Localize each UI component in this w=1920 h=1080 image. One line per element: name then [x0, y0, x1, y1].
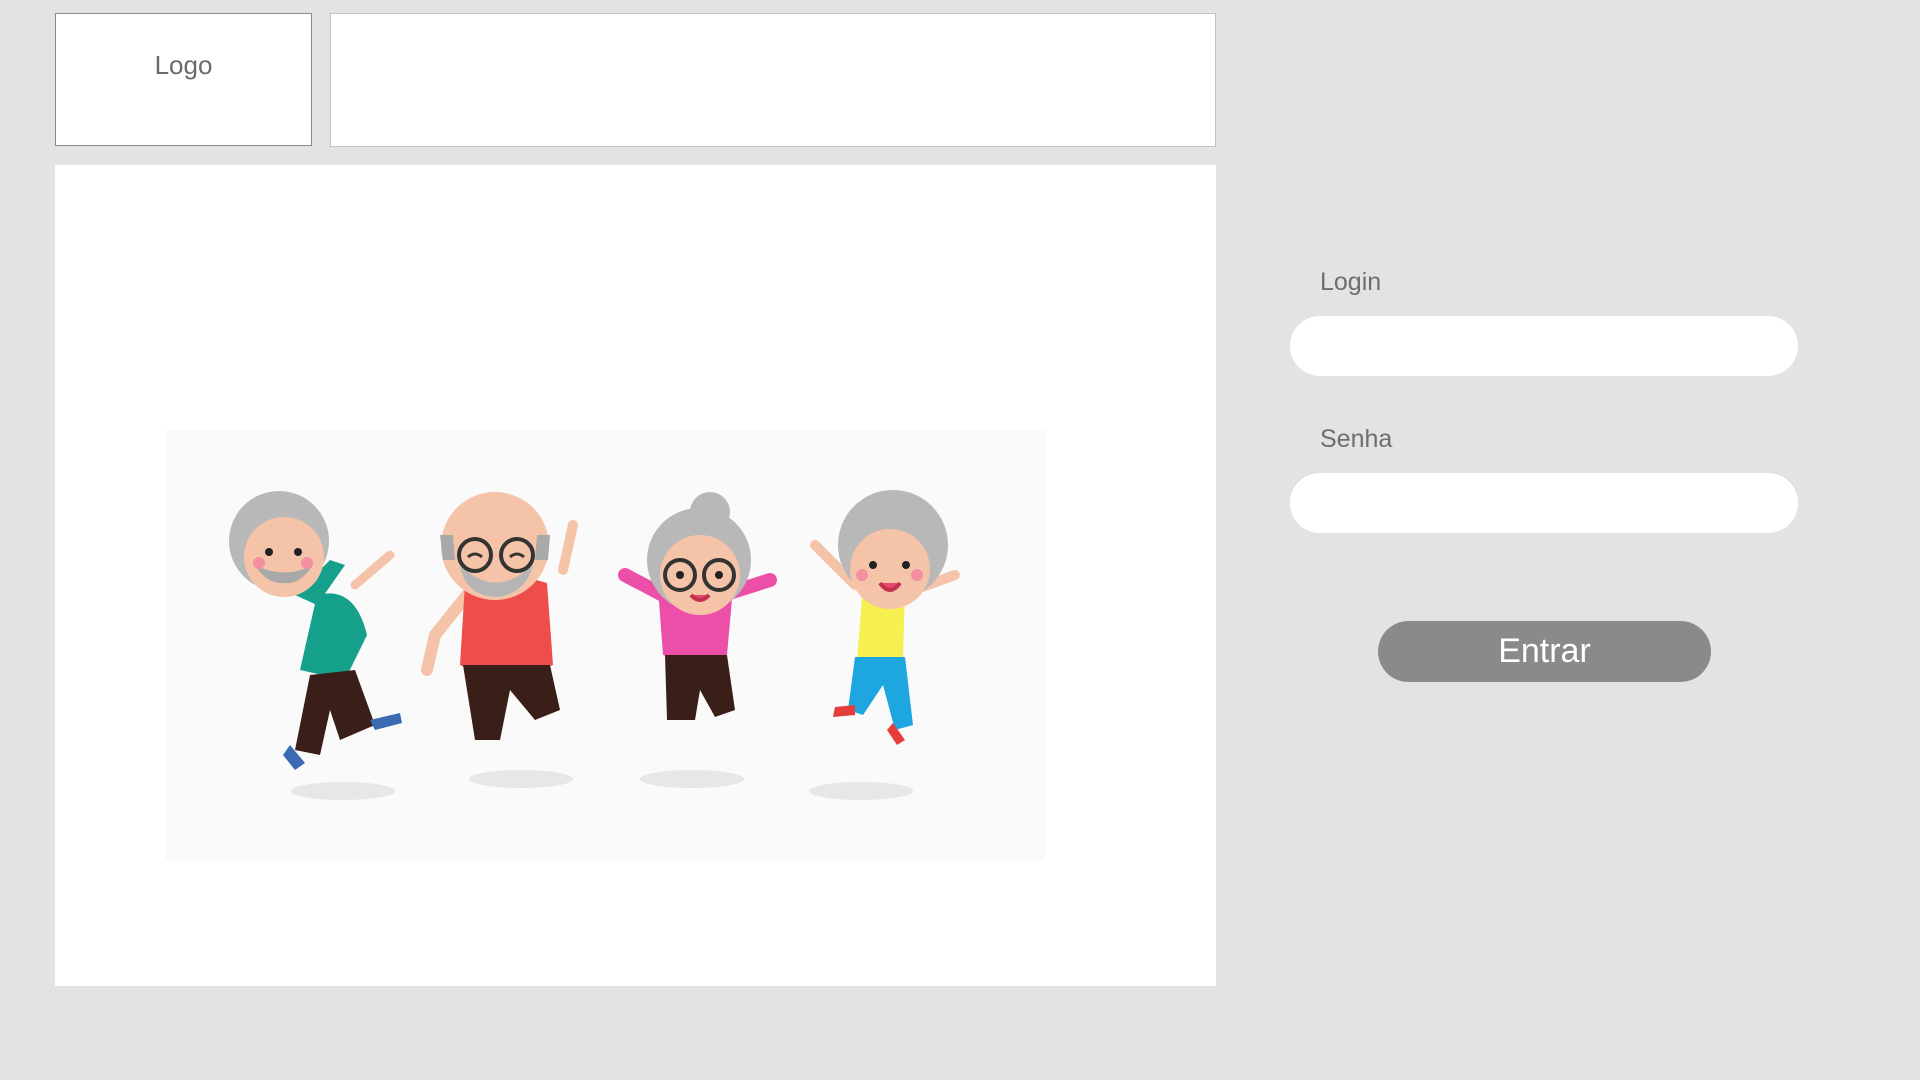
login-label: Login [1320, 268, 1382, 296]
login-input[interactable] [1290, 316, 1798, 376]
jumping-elderly-people-illustration [165, 430, 1045, 860]
hero-panel [55, 165, 1216, 986]
shadow [809, 782, 913, 800]
password-input[interactable] [1290, 473, 1798, 533]
shadow [291, 782, 395, 800]
shadow [640, 770, 744, 788]
password-label: Senha [1320, 425, 1393, 453]
logo-placeholder: Logo [55, 13, 312, 146]
submit-button[interactable]: Entrar [1378, 621, 1711, 682]
logo-text: Logo [154, 50, 213, 80]
header-banner [330, 13, 1216, 147]
shadow [469, 770, 573, 788]
